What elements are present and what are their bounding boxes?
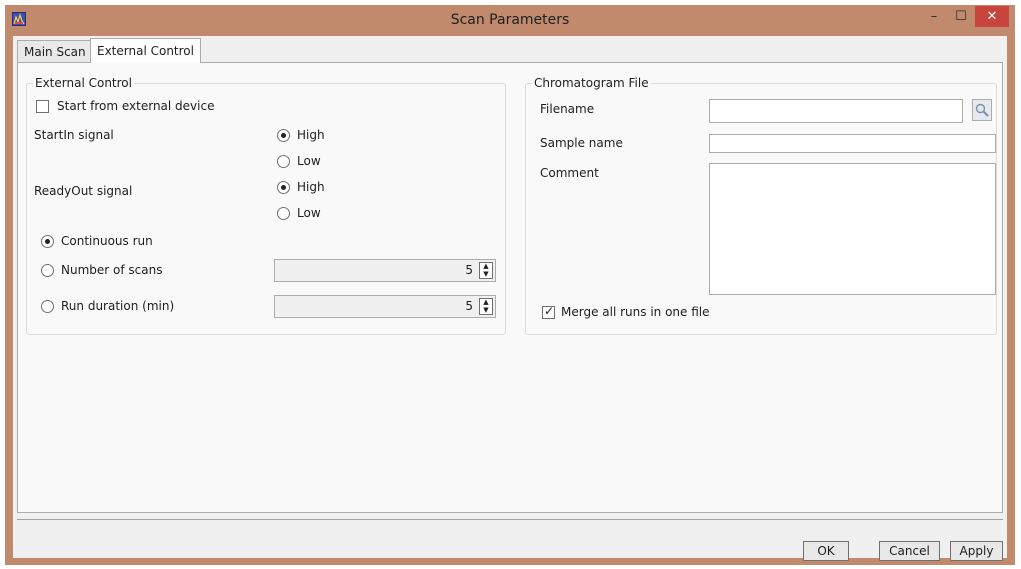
sample-name-label: Sample name [540, 136, 623, 150]
merge-runs-checkbox[interactable]: ✓ [542, 304, 555, 319]
number-of-scans-label: Number of scans [61, 263, 163, 277]
startin-signal-label: StartIn signal [34, 128, 114, 142]
ok-button[interactable]: OK [803, 541, 849, 561]
number-of-scans-stepper[interactable]: 5 ▲ ▼ [274, 259, 496, 282]
filename-input[interactable] [709, 99, 963, 123]
startin-high-radio[interactable] [277, 129, 290, 142]
start-external-checkbox[interactable] [36, 100, 49, 113]
tab-page-external-control: External Control Start from external dev… [17, 62, 1003, 513]
comment-label: Comment [540, 166, 599, 180]
chromatogram-file-group: Chromatogram File Filename Sample name C… [525, 76, 997, 335]
minimize-button[interactable]: – [922, 5, 946, 27]
run-duration-label: Run duration (min) [61, 299, 175, 313]
chromatogram-file-group-title: Chromatogram File [532, 76, 651, 91]
external-control-group: External Control Start from external dev… [26, 76, 506, 335]
maximize-icon: ☐ [955, 8, 967, 24]
startin-high-label: High [297, 128, 325, 142]
merge-runs-label: Merge all runs in one file [561, 305, 710, 319]
run-duration-radio[interactable] [41, 300, 54, 313]
number-of-scans-radio[interactable] [41, 264, 54, 277]
external-control-group-title: External Control [33, 76, 134, 91]
cancel-button[interactable]: Cancel [879, 541, 940, 561]
maximize-button[interactable]: ☐ [949, 5, 973, 27]
apply-button[interactable]: Apply [950, 541, 1003, 561]
browse-file-button[interactable] [972, 99, 992, 121]
run-duration-stepper[interactable]: 5 ▲ ▼ [274, 295, 496, 318]
startin-low-radio[interactable] [277, 155, 290, 168]
tab-strip: Main Scan External Control [13, 36, 1007, 63]
checkmark-icon: ✓ [544, 304, 555, 318]
number-of-scans-spin-buttons: ▲ ▼ [479, 262, 493, 279]
readyout-low-label: Low [297, 206, 321, 220]
tab-main-scan[interactable]: Main Scan [17, 40, 93, 62]
run-duration-spin-buttons: ▲ ▼ [479, 298, 493, 315]
sample-name-input[interactable] [709, 134, 996, 153]
start-external-label: Start from external device [57, 99, 215, 113]
scan-parameters-window: Scan Parameters – ☐ ✕ Main Scan External… [5, 5, 1015, 565]
continuous-run-label: Continuous run [61, 234, 153, 248]
comment-textarea[interactable] [709, 163, 996, 295]
footer-divider [17, 519, 1003, 520]
readyout-high-radio[interactable] [277, 181, 290, 194]
window-title: Scan Parameters [450, 12, 570, 28]
spin-up-icon[interactable]: ▲ [480, 299, 492, 306]
readyout-high-label: High [297, 180, 325, 194]
readyout-signal-label: ReadyOut signal [34, 184, 133, 198]
number-of-scans-value: 5 [465, 263, 473, 277]
continuous-run-radio[interactable] [41, 235, 54, 248]
spin-up-icon[interactable]: ▲ [480, 263, 492, 270]
readyout-low-radio[interactable] [277, 207, 290, 220]
minimize-icon: – [930, 8, 938, 24]
dialog-client-area: Main Scan External Control External Cont… [13, 36, 1007, 561]
close-button[interactable]: ✕ [975, 6, 1009, 27]
title-bar[interactable]: Scan Parameters – ☐ ✕ [5, 5, 1015, 35]
spin-down-icon[interactable]: ▼ [480, 271, 492, 278]
filename-label: Filename [540, 102, 595, 116]
startin-low-label: Low [297, 154, 321, 168]
close-icon: ✕ [986, 9, 998, 24]
spin-down-icon[interactable]: ▼ [480, 307, 492, 314]
magnifier-icon [975, 103, 989, 117]
tab-external-control[interactable]: External Control [90, 38, 201, 63]
run-duration-value: 5 [465, 299, 473, 313]
